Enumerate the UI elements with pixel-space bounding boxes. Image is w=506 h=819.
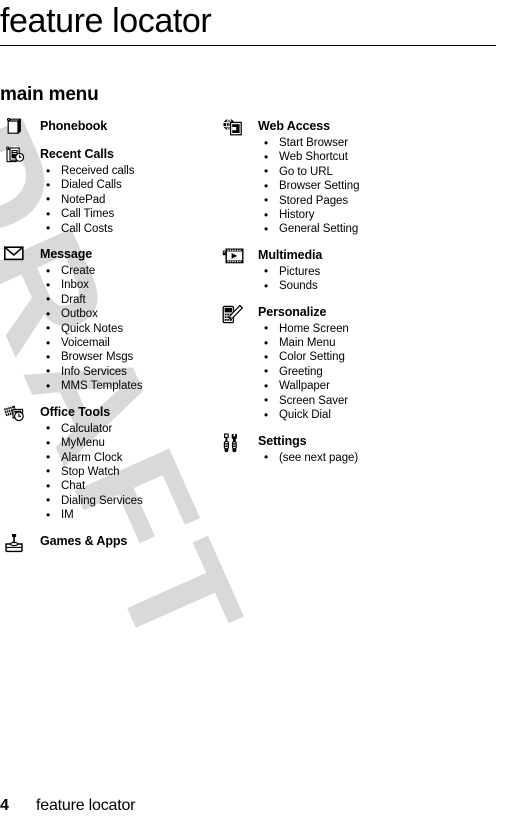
menu-group: Web Access Start BrowserWeb ShortcutGo to… (222, 118, 452, 237)
page-title: feature locator (0, 2, 212, 40)
menu-group: Personalize Home ScreenMain MenuColor Set… (222, 304, 452, 423)
menu-group-header[interactable]: Message (4, 246, 214, 264)
menu-sub-item[interactable]: Greeting (258, 364, 452, 379)
menu-group-header[interactable]: Office Tools (4, 404, 214, 422)
menu-sub-item[interactable]: Web Shortcut (258, 150, 452, 165)
menu-sub-item[interactable]: Stored Pages (258, 193, 452, 208)
menu-sub-item[interactable]: Screen Saver (258, 393, 452, 408)
menu-column-left: Phonebook Recent CallsReceived callsDial… (4, 118, 214, 552)
menu-sub-item[interactable]: Browser Setting (258, 179, 452, 194)
menu-group-label: Phonebook (40, 119, 108, 133)
menu-sub-list: CalculatorMyMenuAlarm ClockStop WatchCha… (4, 421, 214, 523)
page-footer: 4 feature locator (0, 796, 506, 818)
menu-group-label: Web Access (258, 119, 330, 133)
menu-sub-item[interactable]: IM (40, 508, 214, 523)
footer-page-number: 4 (0, 797, 9, 814)
menu-group: Phonebook (4, 118, 214, 136)
menu-group-header[interactable]: Phonebook (4, 118, 214, 136)
title-divider (0, 45, 496, 46)
menu-group: Recent Calls Received callsDialed CallsNo… (4, 146, 214, 236)
menu-sub-item[interactable]: General Setting (258, 222, 452, 237)
menu-sub-list: Home ScreenMain MenuColor SettingGreetin… (222, 321, 452, 423)
menu-sub-item[interactable]: Calculator (40, 421, 214, 436)
personalize-phone-pencil-icon (222, 304, 258, 323)
menu-group-label: Settings (258, 433, 307, 448)
games-joystick-icon (4, 533, 40, 552)
menu-sub-item[interactable]: Sounds (258, 279, 452, 294)
menu-sub-item[interactable]: Wallpaper (258, 379, 452, 394)
menu-sub-item[interactable]: Quick Notes (40, 321, 214, 336)
menu-sub-item[interactable]: Draft (40, 292, 214, 307)
menu-sub-item[interactable]: Call Costs (40, 221, 214, 236)
menu-sub-item[interactable]: Main Menu (258, 336, 452, 351)
menu-sub-item[interactable]: Alarm Clock (40, 450, 214, 465)
menu-sub-item[interactable]: Stop Watch (40, 464, 214, 479)
menu-sub-item[interactable]: NotePad (40, 192, 214, 207)
settings-tools-icon (222, 432, 258, 452)
menu-sub-item[interactable]: Voicemail (40, 336, 214, 351)
menu-group-label: Message (40, 247, 93, 262)
menu-sub-item[interactable]: Chat (40, 479, 214, 494)
recent-calls-icon (4, 146, 40, 164)
menu-sub-item[interactable]: Quick Dial (258, 408, 452, 423)
menu-sub-item[interactable]: Home Screen (258, 321, 452, 336)
office-tools-icon (4, 404, 40, 422)
menu-group: Office Tools CalculatorMyMenuAlarm ClockS… (4, 404, 214, 523)
menu-sub-item[interactable]: Dialed Calls (40, 178, 214, 193)
menu-sub-item[interactable]: Create (40, 264, 214, 279)
menu-sub-item[interactable]: Start Browser (258, 135, 452, 150)
menu-sub-item[interactable]: Info Services (40, 364, 214, 379)
footer-label: feature locator (36, 797, 136, 814)
multimedia-filmstrip-icon (222, 247, 258, 265)
menu-group-label: Office Tools (40, 404, 111, 419)
menu-sub-item[interactable]: (see next page) (258, 450, 452, 465)
document-page: feature locator main menu Phonebook Rece… (0, 0, 506, 819)
menu-group-header[interactable]: Games & Apps (4, 533, 214, 552)
menu-sub-item[interactable]: Pictures (258, 264, 452, 279)
menu-group-label: Personalize (258, 304, 327, 319)
menu-group: Settings (see next page) (222, 432, 452, 465)
menu-sub-list: Start BrowserWeb ShortcutGo to URLBrowse… (222, 135, 452, 237)
menu-sub-item[interactable]: Dialing Services (40, 493, 214, 508)
web-access-globe-icon (222, 118, 258, 136)
menu-sub-item[interactable]: Color Setting (258, 350, 452, 365)
menu-sub-list: CreateInboxDraftOutboxQuick NotesVoicema… (4, 264, 214, 394)
menu-group-header[interactable]: Personalize (222, 304, 452, 323)
menu-group: Games & Apps (4, 533, 214, 552)
menu-sub-list: (see next page) (222, 450, 452, 465)
section-heading: main menu (0, 84, 99, 105)
menu-sub-item[interactable]: Outbox (40, 307, 214, 322)
menu-group-header[interactable]: Multimedia (222, 247, 452, 265)
menu-group-header[interactable]: Recent Calls (4, 146, 214, 164)
menu-group-label: Recent Calls (40, 147, 114, 161)
menu-sub-item[interactable]: Inbox (40, 278, 214, 293)
menu-sub-item[interactable]: Browser Msgs (40, 350, 214, 365)
menu-sub-list: Received callsDialed CallsNotePadCall Ti… (4, 163, 214, 236)
menu-group-label: Multimedia (258, 247, 323, 262)
menu-sub-item[interactable]: Go to URL (258, 164, 452, 179)
menu-group-header[interactable]: Web Access (222, 118, 452, 136)
menu-sub-item[interactable]: MyMenu (40, 436, 214, 451)
menu-group: Message CreateInboxDraftOutboxQuick Notes… (4, 246, 214, 394)
menu-sub-item[interactable]: Received calls (40, 163, 214, 178)
menu-group-label: Games & Apps (40, 533, 128, 548)
menu-sub-list: PicturesSounds (222, 264, 452, 294)
phonebook-icon (4, 118, 40, 136)
menu-group: Multimedia PicturesSounds (222, 247, 452, 294)
menu-group-header[interactable]: Settings (222, 432, 452, 452)
menu-sub-item[interactable]: History (258, 208, 452, 223)
menu-column-right: Web Access Start BrowserWeb ShortcutGo to… (222, 118, 452, 465)
message-envelope-icon (4, 246, 40, 264)
menu-sub-item[interactable]: Call Times (40, 207, 214, 222)
menu-sub-item[interactable]: MMS Templates (40, 379, 214, 394)
